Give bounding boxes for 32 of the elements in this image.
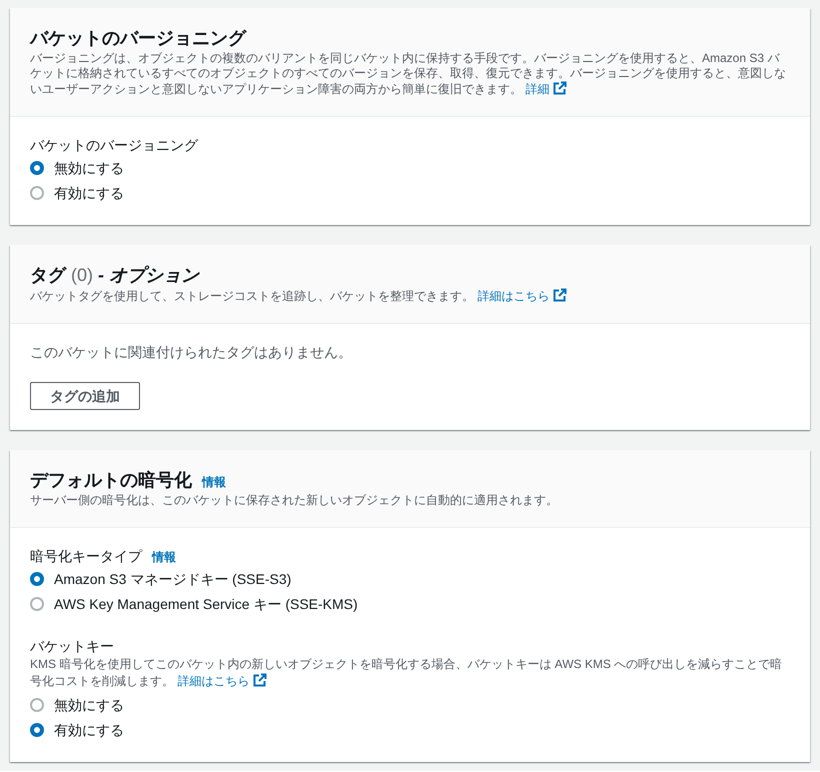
section-title: デフォルトの暗号化 bbox=[30, 469, 192, 491]
empty-tags-message: このバケットに関連付けられたタグはありません。 bbox=[30, 343, 353, 362]
external-link-icon bbox=[553, 288, 568, 302]
section-description: バージョニングは、オブジェクトの複数のバリアントを同じバケット内に保持する手段です。バージョニングを使用すると、Amazon S3 バケットに格納されているすべてのオブジェクトのすべてのバージョンを保存、取得、復元できます。バージョニングを使用すると、意図しないユーザーアクションと意図しないアプリケーション障害の両方から簡単に復旧できます。 詳細 bbox=[30, 51, 787, 97]
info-link[interactable]: 情報 bbox=[202, 474, 226, 491]
radio-button[interactable] bbox=[30, 186, 44, 200]
radio-button[interactable] bbox=[30, 698, 44, 712]
field-label: 暗号化キータイプ bbox=[30, 547, 142, 566]
field-label: バケットキー bbox=[30, 637, 114, 656]
radio-label[interactable]: 無効にする bbox=[54, 158, 124, 178]
external-link-icon bbox=[253, 673, 268, 687]
radio-label[interactable]: 有効にする bbox=[54, 182, 124, 202]
radio-button[interactable] bbox=[30, 596, 44, 610]
radio-label[interactable]: 無効にする bbox=[54, 694, 124, 714]
radio-button[interactable] bbox=[30, 572, 44, 586]
info-link[interactable]: 情報 bbox=[152, 549, 176, 566]
learn-more-link[interactable]: 詳細 bbox=[525, 82, 568, 96]
radio-button[interactable] bbox=[30, 722, 44, 736]
external-link-icon bbox=[553, 81, 568, 95]
radio-label[interactable]: AWS Key Management Service キー (SSE-KMS) bbox=[54, 594, 358, 614]
learn-more-link[interactable]: 詳細はこちら bbox=[177, 674, 268, 688]
radio-button[interactable] bbox=[30, 160, 44, 174]
section-title: バケットのバージョニング bbox=[30, 27, 246, 49]
learn-more-link[interactable]: 詳細はこちら bbox=[477, 289, 568, 303]
section-title: タグ (0) - オプション bbox=[30, 264, 200, 286]
section-description: バケットタグを使用して、ストレージコストを追跡し、バケットを整理できます。 詳細はこちら bbox=[30, 288, 790, 304]
field-label: バケットのバージョニング bbox=[30, 136, 198, 155]
section-description: サーバー側の暗号化は、このバケットに保存された新しいオブジェクトに自動的に適用されます。 bbox=[30, 493, 559, 508]
radio-label[interactable]: 有効にする bbox=[54, 720, 124, 740]
add-tag-button[interactable]: タグの追加 bbox=[30, 382, 140, 410]
radio-label[interactable]: Amazon S3 マネージドキー (SSE-S3) bbox=[54, 568, 292, 588]
field-description: KMS 暗号化を使用してこのバケット内の新しいオブジェクトを暗号化する場合、バケットキーは AWS KMS への呼び出しを減らすことで暗号化コストを削減します。 詳細はこちら bbox=[30, 656, 784, 690]
